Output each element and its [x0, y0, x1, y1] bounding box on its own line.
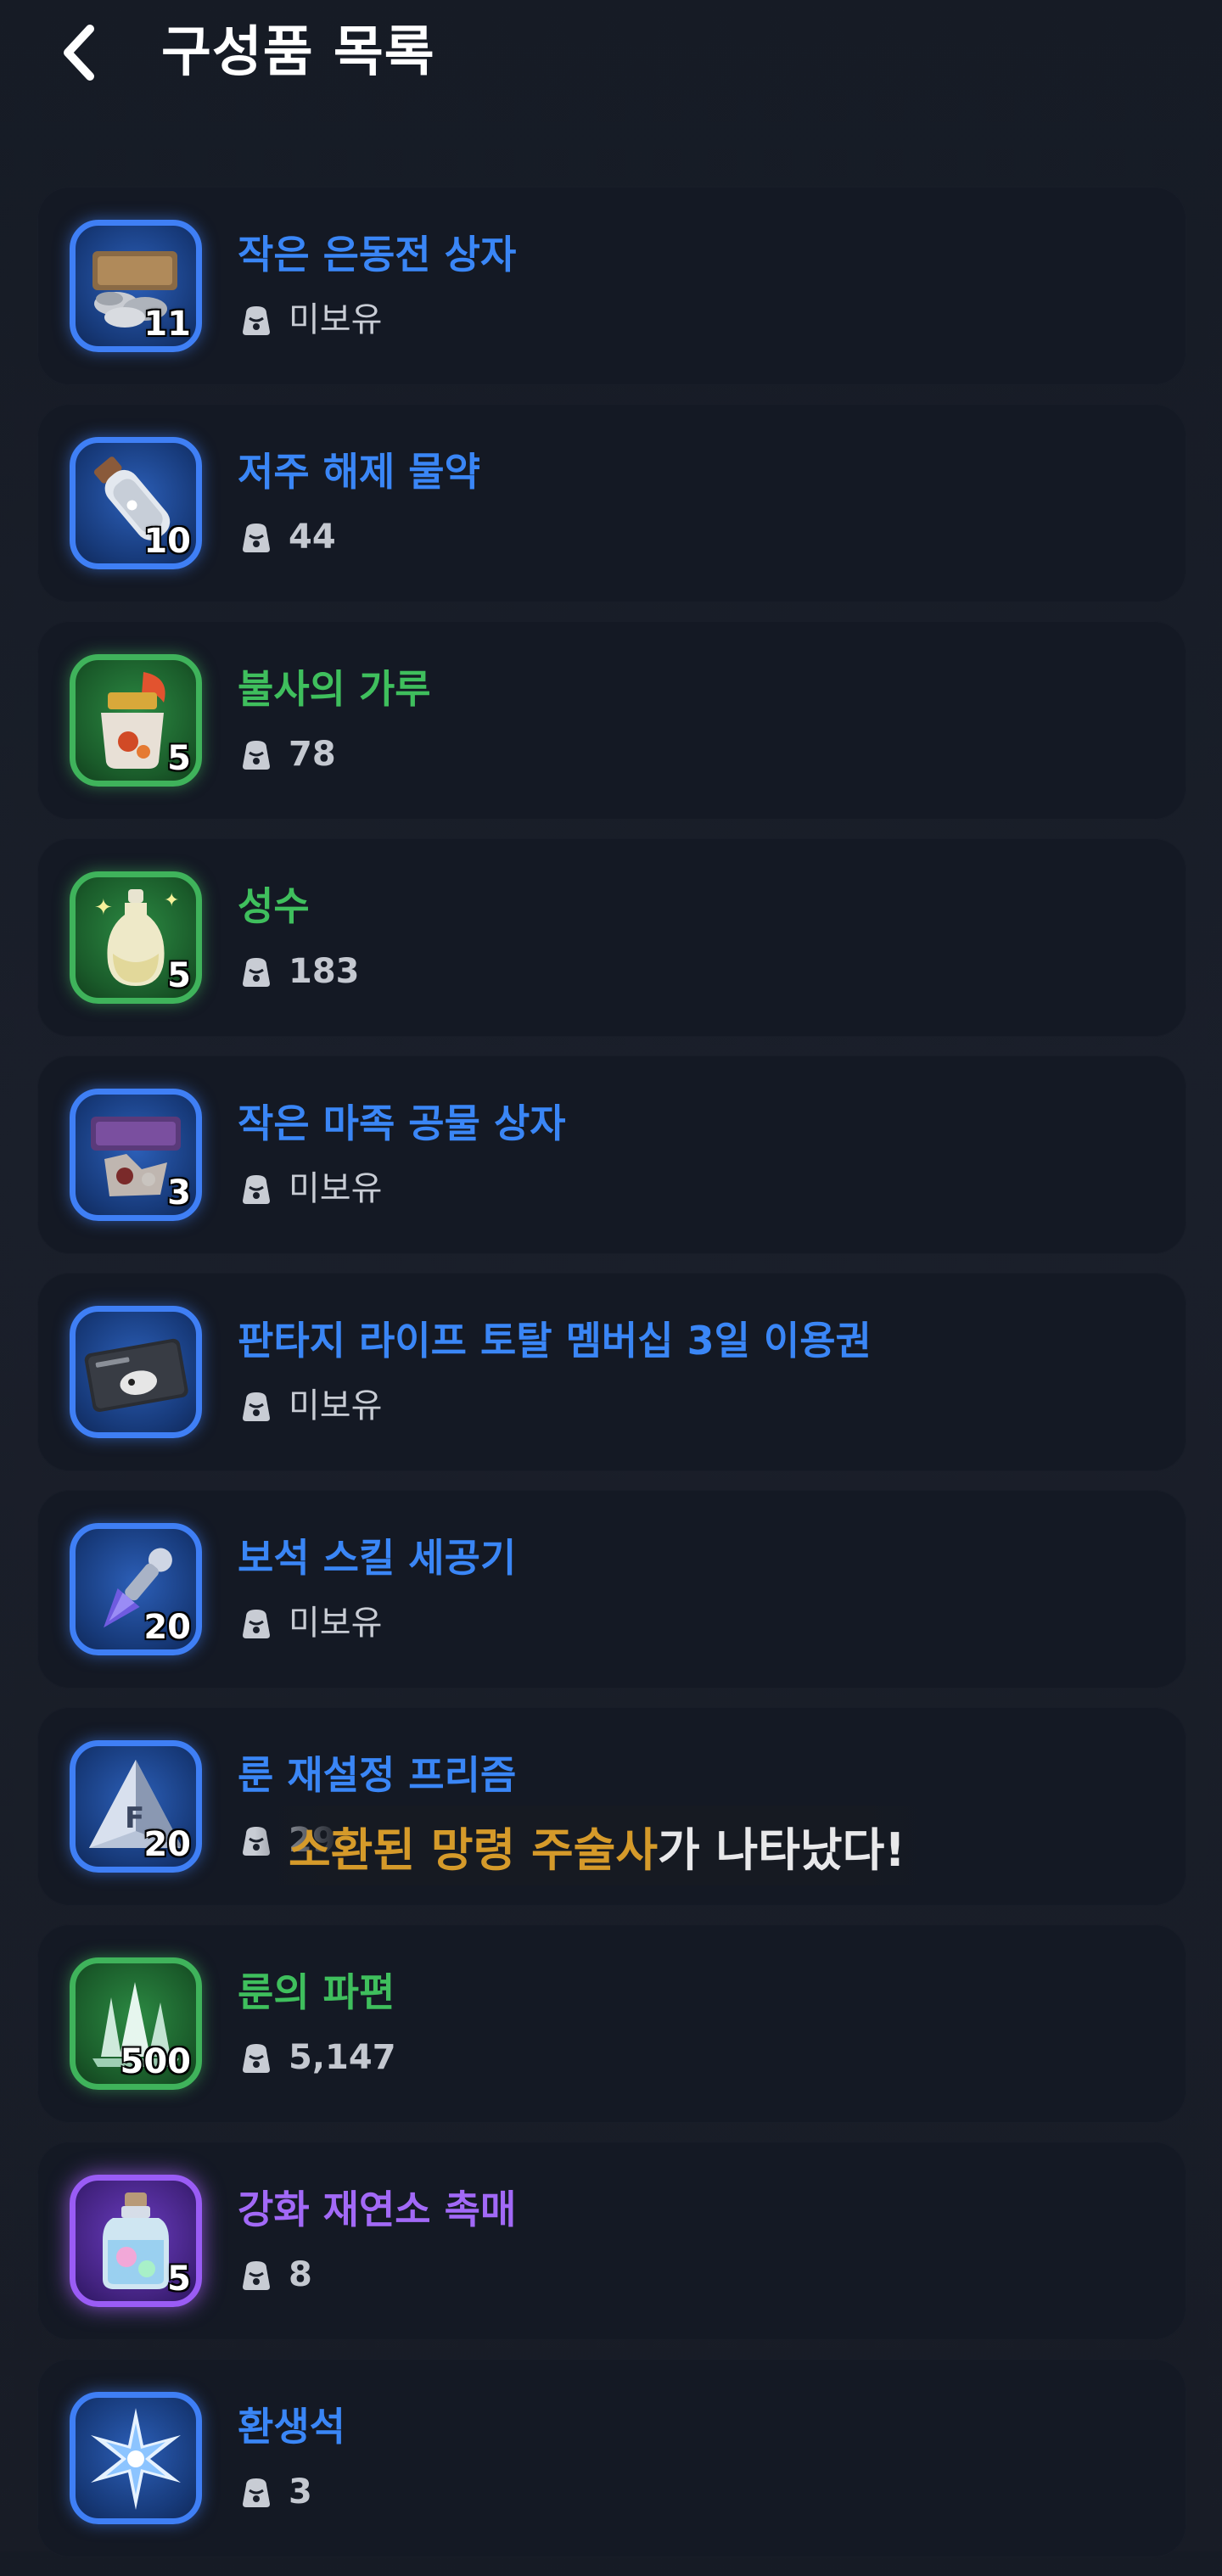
item-quantity: 11 — [143, 305, 191, 344]
inventory-bag-icon — [243, 1392, 270, 1421]
svg-text:F: F — [125, 1801, 144, 1835]
list-item[interactable]: 판타지 라이프 토탈 멤버십 3일 이용권 미보유 — [37, 1273, 1186, 1471]
list-item[interactable]: ✦ ✦ 5 성수 183 — [37, 838, 1186, 1037]
item-quantity: 10 — [143, 522, 191, 561]
item-icon-frame: 500 — [70, 1957, 202, 2090]
list-item[interactable]: 환생석 3 — [37, 2359, 1186, 2557]
owned-count: 미보유 — [238, 297, 382, 343]
owned-count: 미보유 — [238, 1166, 382, 1212]
notification-toast: 소환된 망령 주술사 가 나타났다! — [255, 1806, 939, 1885]
item-name: 불사의 가루 — [238, 666, 431, 712]
item-icon-frame: 5 — [70, 2175, 202, 2307]
owned-value: 3 — [289, 2472, 312, 2512]
back-button[interactable] — [44, 19, 112, 87]
owned-count: 5,147 — [238, 2035, 396, 2080]
item-icon-frame: 20 — [70, 1523, 202, 1655]
inventory-bag-icon — [243, 1610, 270, 1638]
owned-value: 미보유 — [289, 300, 383, 339]
rebirth-star-icon — [91, 2408, 181, 2510]
item-name: 작은 마족 공물 상자 — [238, 1100, 566, 1146]
owned-value: 미보유 — [289, 1169, 383, 1208]
inventory-bag-icon — [243, 306, 270, 335]
item-icon-frame — [70, 1306, 202, 1438]
item-name: 환생석 — [238, 2404, 345, 2450]
item-icon-frame: 5 — [70, 654, 202, 787]
item-icon-frame: 3 — [70, 1089, 202, 1221]
inventory-bag-icon — [243, 2044, 270, 2073]
inventory-bag-icon — [243, 2261, 270, 2290]
item-icon-frame: 10 — [70, 437, 202, 569]
inventory-bag-icon — [243, 524, 270, 552]
item-icon-frame: F 20 — [70, 1740, 202, 1873]
svg-text:✦: ✦ — [164, 890, 179, 911]
item-icon-frame — [70, 2392, 202, 2524]
item-name: 저주 해제 물약 — [238, 449, 480, 495]
owned-value: 미보유 — [289, 1604, 383, 1643]
item-name: 보석 스킬 세공기 — [238, 1535, 517, 1581]
inventory-bag-icon — [243, 741, 270, 770]
item-quantity: 3 — [167, 1173, 191, 1212]
svg-text:✦: ✦ — [94, 895, 113, 921]
page-title: 구성품 목록 — [161, 21, 435, 84]
toast-message: 가 나타났다! — [658, 1823, 905, 1877]
list-item[interactable]: 5 불사의 가루 78 — [37, 621, 1186, 820]
item-icon-frame: ✦ ✦ 5 — [70, 871, 202, 1004]
owned-value: 5,147 — [289, 2038, 396, 2077]
item-name: 성수 — [238, 883, 310, 929]
owned-value: 78 — [289, 735, 336, 774]
owned-value: 8 — [289, 2255, 312, 2294]
inventory-bag-icon — [243, 2478, 270, 2507]
list-item[interactable]: 3 작은 마족 공물 상자 미보유 — [37, 1056, 1186, 1254]
list-item[interactable]: 5 강화 재연소 촉매 8 — [37, 2142, 1186, 2340]
owned-count: 미보유 — [238, 1600, 382, 1646]
membership-card-icon — [84, 1338, 188, 1413]
list-item[interactable]: 20 보석 스킬 세공기 미보유 — [37, 1490, 1186, 1688]
owned-value: 미보유 — [289, 1386, 383, 1425]
item-quantity: 5 — [167, 739, 191, 778]
item-name: 룬의 파편 — [238, 1969, 395, 2015]
item-name: 룬 재설정 프리즘 — [238, 1752, 517, 1798]
item-name: 판타지 라이프 토탈 멤버십 3일 이용권 — [238, 1318, 872, 1364]
owned-count: 미보유 — [238, 1383, 382, 1429]
item-quantity: 5 — [167, 2260, 191, 2299]
chevron-left-icon — [64, 25, 94, 81]
owned-count: 44 — [238, 514, 336, 560]
list-item[interactable]: 11 작은 은동전 상자 미보유 — [37, 187, 1186, 385]
item-quantity: 20 — [143, 1825, 191, 1864]
header: 구성품 목록 — [0, 0, 1222, 110]
item-quantity: 500 — [120, 2042, 192, 2081]
inventory-bag-icon — [243, 958, 270, 987]
owned-value: 183 — [289, 952, 360, 991]
item-quantity: 20 — [143, 1608, 191, 1647]
owned-count: 3 — [238, 2469, 312, 2515]
owned-count: 8 — [238, 2252, 312, 2298]
toast-highlight: 소환된 망령 주술사 — [289, 1823, 659, 1877]
inventory-bag-icon — [243, 1175, 270, 1204]
owned-value: 44 — [289, 518, 336, 557]
item-icon-frame: 11 — [70, 220, 202, 352]
item-name: 강화 재연소 촉매 — [238, 2187, 517, 2232]
component-list: 11 작은 은동전 상자 미보유 10 저주 해제 물약 44 5 불사의 가루… — [37, 187, 1186, 2576]
owned-count: 78 — [238, 731, 336, 777]
list-item[interactable]: 10 저주 해제 물약 44 — [37, 404, 1186, 602]
owned-count: 183 — [238, 949, 360, 994]
item-quantity: 5 — [167, 956, 191, 995]
list-item[interactable]: 500 룬의 파편 5,147 — [37, 1924, 1186, 2123]
item-name: 작은 은동전 상자 — [238, 232, 517, 277]
